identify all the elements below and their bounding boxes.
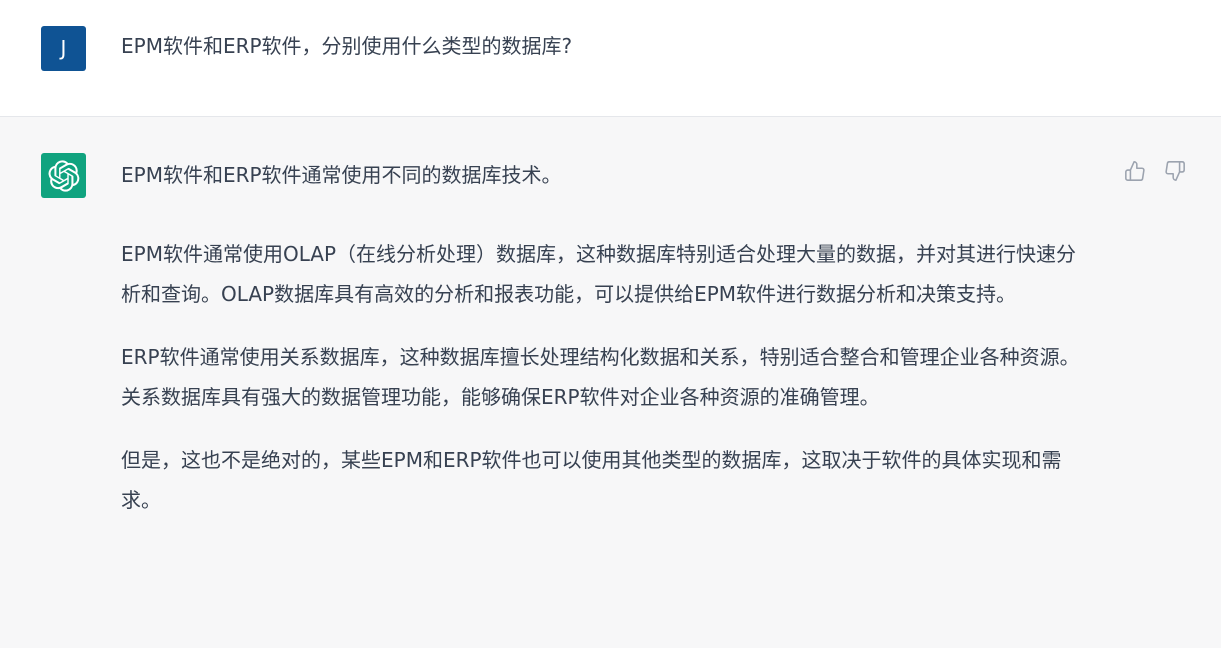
chat-page: J EPM软件和ERP软件，分别使用什么类型的数据库? EPM软件和ERP软件通… (0, 0, 1221, 648)
thumbs-up-button[interactable] (1123, 159, 1147, 183)
feedback-buttons (1123, 159, 1187, 183)
assistant-paragraph: ERP软件通常使用关系数据库，这种数据库擅长处理结构化数据和关系，特别适合整合和… (121, 345, 1080, 409)
assistant-paragraph: EPM软件通常使用OLAP（在线分析处理）数据库，这种数据库特别适合处理大量的数… (121, 242, 1077, 306)
user-avatar: J (41, 26, 86, 71)
assistant-message-row: EPM软件和ERP软件通常使用不同的数据库技术。 EPM软件通常使用OLAP（在… (0, 117, 1221, 648)
assistant-paragraph: EPM软件和ERP软件通常使用不同的数据库技术。 (121, 163, 562, 187)
assistant-message-text: EPM软件和ERP软件通常使用不同的数据库技术。 EPM软件通常使用OLAP（在… (121, 157, 1086, 543)
user-message-row: J EPM软件和ERP软件，分别使用什么类型的数据库? (0, 0, 1221, 117)
assistant-paragraph: 但是，这也不是绝对的，某些EPM和ERP软件也可以使用其他类型的数据库，这取决于… (121, 448, 1062, 512)
user-message-text: EPM软件和ERP软件，分别使用什么类型的数据库? (121, 34, 573, 58)
thumbs-down-button[interactable] (1163, 159, 1187, 183)
thumbs-up-icon (1125, 161, 1145, 181)
thumbs-down-icon (1165, 161, 1185, 181)
assistant-avatar (41, 153, 86, 198)
openai-logo-icon (48, 159, 79, 192)
